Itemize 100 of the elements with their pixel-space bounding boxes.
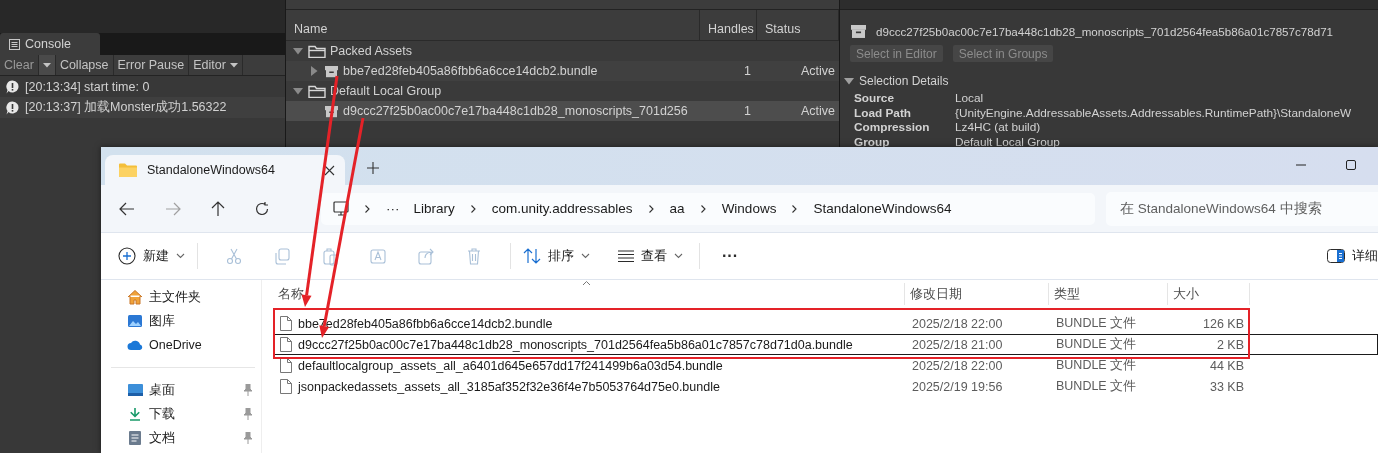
tree-item-label: Packed Assets xyxy=(330,44,412,58)
desktop-icon xyxy=(127,382,143,398)
address-bar[interactable]: ··· Library com.unity.addressables aa Windows StandaloneWindows64 xyxy=(321,192,1095,225)
bundle-icon xyxy=(850,22,867,40)
plus-circle-icon xyxy=(118,247,136,265)
log-message[interactable]: [20:13:34] start time: 0 xyxy=(25,79,150,94)
file-row[interactable]: d9ccc27f25b0ac00c7e17ba448c1db28_monoscripts_701d2564fea5b86a01c7857c78d71d0a.bundle 2025/2/18 21:00 BUNDLE 文件 2 KB xyxy=(273,334,1378,355)
detail-label: Compression xyxy=(854,120,931,135)
file-name: defaultlocalgroup_assets_all_a6401d645e657dd17f241499b6a03d54.bundle xyxy=(298,358,723,373)
file-size: 126 KB xyxy=(1202,316,1245,331)
console-tab[interactable]: Console xyxy=(0,33,100,55)
breadcrumb[interactable]: com.unity.addressables xyxy=(491,201,633,216)
collapsed-triangle-icon[interactable] xyxy=(310,66,318,76)
detail-value: {UnityEngine.AddressableAssets.Addressables.RuntimePath}\StandaloneW xyxy=(955,105,1353,120)
nav-item[interactable]: 桌面 xyxy=(101,378,261,402)
detail-label: Load Path xyxy=(854,105,913,120)
nav-item[interactable]: 文档 xyxy=(101,426,261,450)
column-header[interactable]: Status xyxy=(757,10,839,40)
column-header[interactable]: Handles xyxy=(700,10,757,40)
column-header[interactable]: Name xyxy=(286,10,700,40)
breadcrumb[interactable]: Library xyxy=(413,201,455,216)
file-date: 2025/2/19 19:56 xyxy=(911,379,1004,394)
handles-count: 1 xyxy=(744,64,751,78)
file-size: 2 KB xyxy=(1215,337,1245,352)
nav-label: 桌面 xyxy=(149,381,176,399)
chevron-right-icon xyxy=(364,204,371,213)
file-date: 2025/2/18 22:00 xyxy=(911,316,1004,331)
file-row[interactable]: defaultlocalgroup_assets_all_a6401d645e657dd17f241499b6a03d54.bundle 2025/2/18 22:00 BUNDLE 文件 44 KB xyxy=(273,355,1378,376)
folder-icon xyxy=(119,163,137,177)
file-type: BUNDLE 文件 xyxy=(1055,357,1138,374)
asset-title: d9ccc27f25b0ac00c7e17ba448c1db28_monoscripts_701d2564fea5b86a01c7857c78d71 xyxy=(876,24,1334,38)
sort-up-icon xyxy=(582,280,591,286)
nav-label: 下载 xyxy=(149,405,176,423)
nav-item[interactable]: OneDrive xyxy=(101,333,261,357)
handles-count: 1 xyxy=(744,104,751,118)
details-pane-button[interactable]: 详细 xyxy=(1327,247,1378,265)
forward-arrow-icon[interactable] xyxy=(165,201,181,216)
chevron-right-icon xyxy=(791,204,798,213)
status-text: Active xyxy=(800,104,835,118)
new-button[interactable]: 新建 xyxy=(118,247,185,265)
nav-label: 主文件夹 xyxy=(149,288,202,306)
file-icon xyxy=(280,358,292,373)
expanded-triangle-icon[interactable] xyxy=(293,47,303,55)
folder-icon xyxy=(308,44,326,58)
file-icon xyxy=(280,337,292,352)
info-icon xyxy=(6,100,19,115)
detail-value: Default Local Group xyxy=(955,134,1061,149)
expanded-triangle-icon[interactable] xyxy=(844,76,854,85)
pane-icon xyxy=(1327,249,1345,263)
caret-icon xyxy=(229,62,238,68)
view-button[interactable]: 查看 xyxy=(618,247,683,265)
list-icon xyxy=(9,38,20,50)
more-button[interactable]: ··· xyxy=(722,247,738,265)
close-icon[interactable] xyxy=(324,164,335,176)
sort-button[interactable]: 排序 xyxy=(523,247,590,265)
status-text: Active xyxy=(800,64,835,78)
documents-icon xyxy=(127,430,143,446)
detail-label: Group xyxy=(854,134,891,149)
detail-value: Lz4HC (at build) xyxy=(955,120,1042,135)
column-header[interactable]: 大小 xyxy=(1168,283,1250,305)
nav-item[interactable]: 图库 xyxy=(101,309,261,333)
nav-label: 图库 xyxy=(149,312,176,330)
new-tab-plus-icon[interactable] xyxy=(367,162,379,174)
tree-row[interactable]: d9ccc27f25b0ac00c7e17ba448c1db28_monoscripts_701d256 1 Active xyxy=(286,101,839,121)
expanded-triangle-icon[interactable] xyxy=(293,87,303,95)
tab-label: StandaloneWindows64 xyxy=(147,163,276,177)
refresh-icon[interactable] xyxy=(255,201,269,216)
breadcrumb[interactable]: aa xyxy=(669,201,685,216)
back-arrow-icon[interactable] xyxy=(119,201,135,216)
tree-item-label: bbe7ed28feb405a86fbb6a6cce14dcb2.bundle xyxy=(343,64,598,78)
maximize-icon[interactable] xyxy=(1346,160,1356,170)
column-header[interactable]: 类型 xyxy=(1049,283,1168,305)
file-size: 33 KB xyxy=(1208,379,1245,394)
path-overflow[interactable]: ··· xyxy=(386,201,400,216)
file-type: BUNDLE 文件 xyxy=(1055,315,1138,332)
column-header[interactable]: 修改日期 xyxy=(905,283,1049,305)
tree-row[interactable]: bbe7ed28feb405a86fbb6a6cce14dcb2.bundle 1 Active xyxy=(286,61,839,81)
home-icon xyxy=(127,289,143,305)
nav-item[interactable]: 主文件夹 xyxy=(101,285,261,309)
nav-item[interactable]: 下载 xyxy=(101,402,261,426)
window-tab[interactable]: StandaloneWindows64 xyxy=(105,155,345,185)
search-field[interactable]: 在 StandaloneWindows64 中搜索 xyxy=(1106,191,1378,226)
breadcrumb[interactable]: Windows xyxy=(721,201,777,216)
file-row[interactable]: jsonpackedassets_assets_all_3185af352f32e36f4e7b5053764d75e0.bundle 2025/2/19 19:56 BUNDLE 文件 33 KB xyxy=(273,376,1378,397)
sort-arrows-icon xyxy=(523,248,541,264)
chevron-icon xyxy=(581,253,590,259)
section-title[interactable]: Selection Details xyxy=(859,73,949,88)
bundle-icon xyxy=(324,103,339,119)
nav-label: 文档 xyxy=(149,429,176,447)
chevron-right-icon xyxy=(700,204,707,213)
breadcrumb[interactable]: StandaloneWindows64 xyxy=(813,201,952,216)
file-size: 44 KB xyxy=(1208,358,1245,373)
file-name: jsonpackedassets_assets_all_3185af352f32e36f4e7b5053764d75e0.bundle xyxy=(298,379,720,394)
up-arrow-icon[interactable] xyxy=(211,200,225,217)
file-icon xyxy=(280,316,292,331)
file-date: 2025/2/18 22:00 xyxy=(911,358,1004,373)
lines-icon xyxy=(618,250,634,262)
file-type: BUNDLE 文件 xyxy=(1055,378,1138,395)
caret-icon xyxy=(42,62,51,68)
chevron-icon xyxy=(176,253,185,259)
